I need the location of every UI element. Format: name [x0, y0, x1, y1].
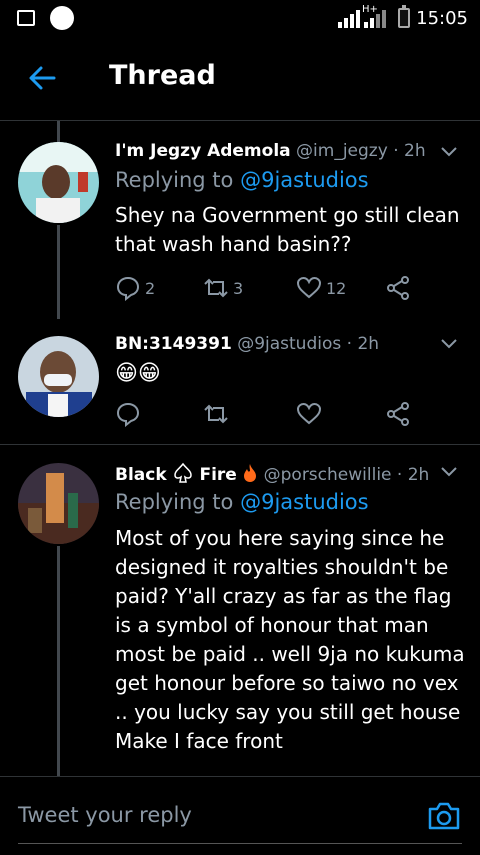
page-title: Thread [109, 60, 216, 91]
clock: 15:05 [416, 8, 468, 29]
tweet-actions [115, 400, 415, 428]
reply-bar: Tweet your reply [0, 776, 480, 855]
share-button[interactable] [385, 400, 411, 428]
tweet[interactable]: I'm Jegzy Ademola @im_jegzy · 2h Replyin… [0, 121, 480, 319]
thread-line [57, 546, 60, 776]
tweet-text: Most of you here saying since he designe… [115, 526, 465, 753]
tweet-header: I'm Jegzy Ademola @im_jegzy · 2h [115, 141, 426, 161]
reply-icon [116, 402, 140, 427]
reply-button[interactable] [115, 400, 141, 428]
signal-icon-2 [364, 10, 386, 28]
replying-to: Replying to @9jastudios [115, 168, 369, 192]
retweet-button[interactable] [203, 400, 229, 428]
avatar[interactable] [18, 336, 99, 417]
tweet[interactable]: BN:3149391 @9jastudios · 2h 😁😁 [0, 319, 480, 444]
tweet-actions: 2 3 12 [115, 274, 415, 302]
tweet-text: Shey na Government go still clean that w… [115, 203, 460, 256]
mention-link[interactable]: @9jastudios [240, 168, 369, 192]
retweet-count: 3 [233, 278, 244, 298]
timestamp: · 2h [393, 141, 426, 161]
like-button[interactable]: 12 [296, 274, 346, 302]
like-count: 12 [326, 278, 347, 298]
tweet-text: 😁😁 [115, 361, 161, 386]
display-name[interactable]: BN:3149391 [115, 334, 232, 354]
fire-icon [244, 464, 257, 482]
spade-icon [174, 462, 192, 483]
share-button[interactable] [385, 274, 411, 302]
gallery-notification-icon [17, 10, 35, 26]
reply-icon [116, 276, 140, 301]
chevron-down-icon[interactable] [440, 338, 458, 350]
display-name-suffix[interactable]: Fire [199, 465, 236, 485]
share-icon [387, 402, 409, 426]
retweet-button[interactable]: 3 [203, 274, 243, 302]
tweet-header: BN:3149391 @9jastudios · 2h [115, 334, 379, 354]
user-handle[interactable]: @porschewillie [264, 465, 392, 485]
replying-to-label: Replying to [115, 168, 234, 192]
heart-icon [296, 402, 322, 425]
notification-dot-icon [50, 6, 74, 30]
thread-line [57, 225, 60, 319]
avatar[interactable] [18, 463, 99, 544]
thread-line [57, 121, 60, 142]
reply-count: 2 [145, 278, 156, 298]
retweet-icon [204, 278, 228, 298]
avatar[interactable] [18, 142, 99, 223]
chevron-down-icon[interactable] [440, 466, 458, 478]
battery-icon [398, 5, 410, 28]
tweet[interactable]: Black Fire @porschewillie · 2h Replying … [0, 445, 480, 776]
reply-button[interactable]: 2 [115, 274, 155, 302]
back-arrow-icon[interactable] [26, 62, 58, 94]
tweet-header: Black Fire @porschewillie · 2h [115, 462, 429, 485]
signal-icon [338, 10, 360, 28]
replying-to-label: Replying to [115, 490, 234, 514]
user-handle[interactable]: @9jastudios [237, 334, 341, 354]
timestamp: · 2h [396, 465, 430, 485]
like-button[interactable] [296, 400, 322, 428]
status-bar: H+ 15:05 [0, 0, 480, 36]
share-icon [387, 276, 409, 300]
reply-input-underline [18, 843, 462, 844]
reply-input[interactable]: Tweet your reply [18, 803, 192, 827]
heart-icon [296, 276, 322, 299]
chevron-down-icon[interactable] [440, 146, 458, 158]
retweet-icon [204, 404, 228, 424]
app-header: Thread [0, 36, 480, 121]
mention-link[interactable]: @9jastudios [240, 490, 369, 514]
user-handle[interactable]: @im_jegzy [296, 141, 388, 161]
replying-to: Replying to @9jastudios [115, 490, 369, 514]
display-name[interactable]: Black [115, 465, 167, 485]
display-name[interactable]: I'm Jegzy Ademola [115, 141, 291, 161]
camera-icon[interactable] [427, 801, 461, 831]
timestamp: · 2h [346, 334, 380, 354]
